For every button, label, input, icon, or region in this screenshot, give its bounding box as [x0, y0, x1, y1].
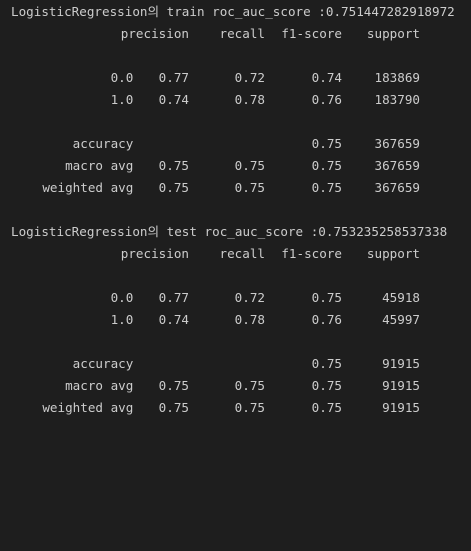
train-accuracy-support: 367659 — [374, 136, 421, 151]
train-report-header-line: precision recall f1-score support — [0, 23, 471, 45]
test-row-precision: 0.77 — [158, 290, 189, 305]
test-weighted-avg-precision: 0.75 — [158, 400, 189, 415]
train-header-support: support — [366, 26, 420, 41]
train-report-title-line: LogisticRegression의 train roc_auc_score … — [0, 1, 471, 23]
test-weighted-avg-support: 91915 — [382, 400, 420, 415]
test-accuracy-f1: 0.75 — [311, 356, 342, 371]
train-weighted-avg-precision: 0.75 — [158, 180, 189, 195]
test-header-precision: precision — [120, 246, 189, 261]
table-row: weighted avg 0.75 0.75 0.75 367659 — [0, 177, 471, 199]
test-weighted-avg-f1: 0.75 — [311, 400, 342, 415]
train-weighted-avg-support: 367659 — [374, 180, 421, 195]
test-header-support: support — [366, 246, 420, 261]
test-report-title: LogisticRegression의 test roc_auc_score :… — [11, 224, 448, 239]
test-accuracy-label: accuracy — [72, 356, 134, 371]
train-accuracy-f1: 0.75 — [311, 136, 342, 151]
test-row-support: 45997 — [382, 312, 420, 327]
train-macro-avg-support: 367659 — [374, 158, 421, 173]
test-weighted-avg-recall: 0.75 — [234, 400, 265, 415]
train-header-recall: recall — [219, 26, 266, 41]
train-row-f1: 0.74 — [311, 70, 342, 85]
train-row-support: 183790 — [374, 92, 421, 107]
train-row-recall: 0.78 — [234, 92, 265, 107]
train-macro-avg-recall: 0.75 — [234, 158, 265, 173]
train-row-f1: 0.76 — [311, 92, 342, 107]
table-row: 1.0 0.74 0.78 0.76 45997 — [0, 309, 471, 331]
test-header-recall: recall — [219, 246, 266, 261]
train-row-precision: 0.74 — [158, 92, 189, 107]
test-macro-avg-support: 91915 — [382, 378, 420, 393]
test-macro-avg-recall: 0.75 — [234, 378, 265, 393]
train-accuracy-label: accuracy — [72, 136, 134, 151]
train-macro-avg-f1: 0.75 — [311, 158, 342, 173]
test-row-f1: 0.75 — [311, 290, 342, 305]
test-row-support: 45918 — [382, 290, 420, 305]
table-row: macro avg 0.75 0.75 0.75 367659 — [0, 155, 471, 177]
table-row: 0.0 0.77 0.72 0.75 45918 — [0, 287, 471, 309]
train-header-precision: precision — [120, 26, 189, 41]
table-row: weighted avg 0.75 0.75 0.75 91915 — [0, 397, 471, 419]
train-weighted-avg-recall: 0.75 — [234, 180, 265, 195]
train-row-precision: 0.77 — [158, 70, 189, 85]
test-row-recall: 0.78 — [234, 312, 265, 327]
table-row: macro avg 0.75 0.75 0.75 91915 — [0, 375, 471, 397]
train-row-recall: 0.72 — [234, 70, 265, 85]
train-header-f1: f1-score — [281, 26, 342, 41]
test-report-header-line: precision recall f1-score support — [0, 243, 471, 265]
table-row: 0.0 0.77 0.72 0.74 183869 — [0, 67, 471, 89]
table-row: accuracy 0.75 367659 — [0, 133, 471, 155]
test-header-f1: f1-score — [281, 246, 342, 261]
table-row: 1.0 0.74 0.78 0.76 183790 — [0, 89, 471, 111]
test-row-f1: 0.76 — [311, 312, 342, 327]
train-macro-avg-precision: 0.75 — [158, 158, 189, 173]
test-row-precision: 0.74 — [158, 312, 189, 327]
test-macro-avg-precision: 0.75 — [158, 378, 189, 393]
test-row-recall: 0.72 — [234, 290, 265, 305]
train-weighted-avg-f1: 0.75 — [311, 180, 342, 195]
train-row-support: 183869 — [374, 70, 421, 85]
test-report-title-line: LogisticRegression의 test roc_auc_score :… — [0, 221, 471, 243]
test-macro-avg-f1: 0.75 — [311, 378, 342, 393]
console-output: LogisticRegression의 train roc_auc_score … — [0, 0, 471, 432]
test-accuracy-support: 91915 — [382, 356, 420, 371]
table-row: accuracy 0.75 91915 — [0, 353, 471, 375]
train-report-title: LogisticRegression의 train roc_auc_score … — [11, 4, 455, 19]
